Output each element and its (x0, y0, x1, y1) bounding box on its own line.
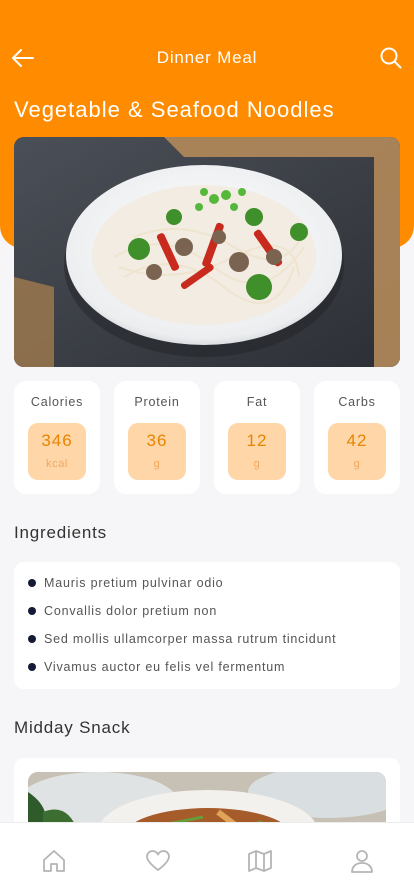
stat-chip: 42 g (328, 423, 386, 480)
stat-chip: 36 g (128, 423, 186, 480)
page-title: Dinner Meal (156, 48, 258, 67)
snack-heading: Midday Snack (14, 718, 131, 737)
bullet-icon (28, 579, 36, 587)
map-icon (248, 850, 272, 872)
nav-map[interactable] (246, 847, 274, 875)
stat-value: 12 (246, 431, 268, 450)
ingredients-card: Mauris pretium pulvinar odio Convallis d… (14, 562, 400, 689)
stat-label: Fat (246, 395, 268, 409)
list-item: Mauris pretium pulvinar odio (28, 574, 223, 592)
bullet-icon (28, 607, 36, 615)
search-icon (380, 47, 402, 69)
list-item: Vivamus auctor eu felis vel fermentum (28, 658, 285, 676)
list-item: Sed mollis ullamcorper massa rutrum tinc… (28, 630, 336, 648)
stat-card-protein: Protein 36 g (114, 381, 200, 494)
stat-label: Carbs (338, 395, 376, 409)
ingredient-text: Vivamus auctor eu felis vel fermentum (44, 660, 286, 674)
stat-label: Calories (30, 395, 84, 409)
top-bar: Dinner Meal (0, 40, 414, 76)
nutrition-stats: Calories 346 kcal Protein 36 g Fat 12 g … (14, 381, 400, 494)
stat-unit: kcal (46, 458, 68, 470)
stat-value: 346 (41, 431, 73, 450)
user-icon (351, 850, 373, 873)
stat-unit: g (153, 458, 161, 470)
search-button[interactable] (377, 44, 405, 72)
stat-value: 42 (346, 431, 368, 450)
ingredient-text: Mauris pretium pulvinar odio (44, 576, 224, 590)
dish-title: Vegetable & Seafood Noodles (14, 97, 335, 122)
nav-profile[interactable] (348, 847, 376, 875)
stat-card-calories: Calories 346 kcal (14, 381, 100, 494)
ingredients-heading: Ingredients (14, 523, 107, 542)
stat-label: Protein (134, 395, 180, 409)
bullet-icon (28, 635, 36, 643)
list-item: Convallis dolor pretium non (28, 602, 217, 620)
stat-card-carbs: Carbs 42 g (314, 381, 400, 494)
stat-chip: 12 g (228, 423, 286, 480)
stat-value: 36 (146, 431, 168, 450)
ingredient-text: Convallis dolor pretium non (44, 604, 218, 618)
nav-favorites[interactable] (144, 847, 172, 875)
stat-unit: g (353, 458, 361, 470)
ingredient-text: Sed mollis ullamcorper massa rutrum tinc… (44, 632, 337, 646)
stat-card-fat: Fat 12 g (214, 381, 300, 494)
bullet-icon (28, 663, 36, 671)
home-icon (43, 850, 65, 872)
stat-unit: g (253, 458, 261, 470)
dish-photo (14, 137, 400, 367)
nav-home[interactable] (40, 847, 68, 875)
bottom-nav (0, 822, 414, 896)
stat-chip: 346 kcal (28, 423, 86, 480)
heart-icon (146, 850, 170, 871)
